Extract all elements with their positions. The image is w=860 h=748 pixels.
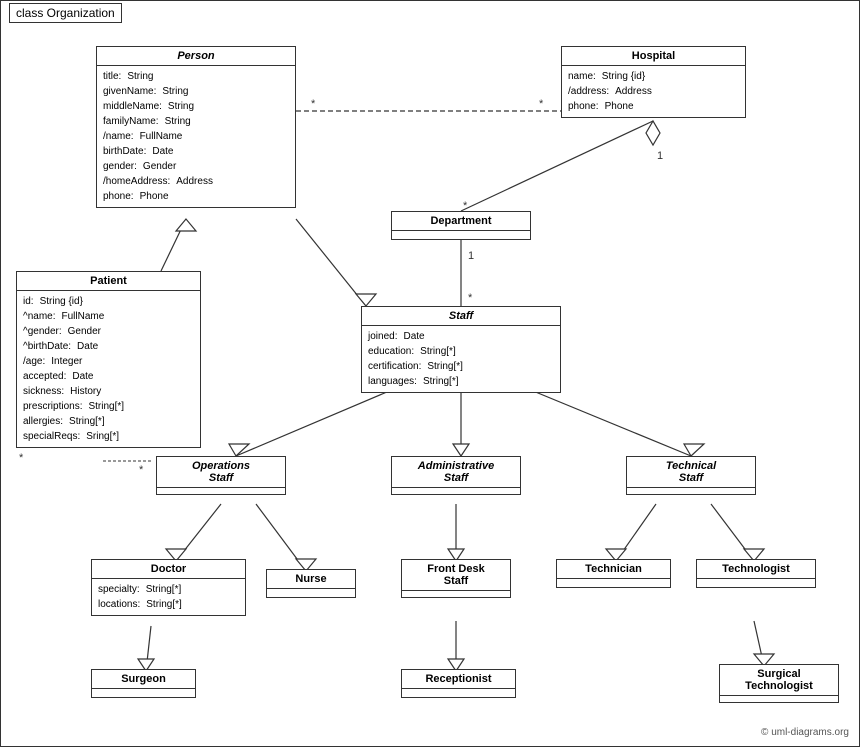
class-admin-staff-attrs	[392, 488, 520, 494]
class-technical-staff-name: TechnicalStaff	[627, 457, 755, 488]
svg-text:1: 1	[468, 250, 474, 262]
class-technician: Technician	[556, 559, 671, 588]
class-receptionist-name: Receptionist	[402, 670, 515, 689]
class-surgeon-name: Surgeon	[92, 670, 195, 689]
class-nurse-name: Nurse	[267, 570, 355, 589]
class-staff: Staff joined:Date education:String[*] ce…	[361, 306, 561, 393]
class-receptionist-attrs	[402, 689, 515, 697]
class-staff-name: Staff	[362, 307, 560, 326]
class-person-name: Person	[97, 47, 295, 66]
class-technician-name: Technician	[557, 560, 670, 579]
class-technician-attrs	[557, 579, 670, 587]
class-receptionist: Receptionist	[401, 669, 516, 698]
copyright-text: © uml-diagrams.org	[761, 727, 849, 738]
class-front-desk-attrs	[402, 591, 510, 597]
class-patient-name: Patient	[17, 272, 200, 291]
svg-text:*: *	[539, 98, 544, 110]
class-hospital-attrs: name:String {id} /address:Address phone:…	[562, 66, 745, 117]
class-admin-staff: AdministrativeStaff	[391, 456, 521, 495]
class-admin-staff-name: AdministrativeStaff	[392, 457, 520, 488]
class-technologist: Technologist	[696, 559, 816, 588]
class-department: Department	[391, 211, 531, 240]
class-staff-attrs: joined:Date education:String[*] certific…	[362, 326, 560, 392]
class-patient: Patient id:String {id} ^name:FullName ^g…	[16, 271, 201, 448]
svg-text:*: *	[468, 292, 473, 304]
svg-text:*: *	[19, 452, 24, 464]
class-operations-staff-attrs	[157, 488, 285, 494]
class-front-desk: Front DeskStaff	[401, 559, 511, 598]
class-technologist-attrs	[697, 579, 815, 587]
class-person: Person title:String givenName:String mid…	[96, 46, 296, 208]
svg-text:*: *	[139, 464, 144, 476]
class-patient-attrs: id:String {id} ^name:FullName ^gender:Ge…	[17, 291, 200, 447]
class-doctor-attrs: specialty:String[*] locations:String[*]	[92, 579, 245, 615]
class-technologist-name: Technologist	[697, 560, 815, 579]
class-doctor: Doctor specialty:String[*] locations:Str…	[91, 559, 246, 616]
svg-text:*: *	[311, 98, 316, 110]
class-nurse: Nurse	[266, 569, 356, 598]
class-front-desk-name: Front DeskStaff	[402, 560, 510, 591]
class-hospital-name: Hospital	[562, 47, 745, 66]
class-operations-staff: OperationsStaff	[156, 456, 286, 495]
class-doctor-name: Doctor	[92, 560, 245, 579]
class-surgical-tech-name: SurgicalTechnologist	[720, 665, 838, 696]
class-surgeon-attrs	[92, 689, 195, 697]
class-hospital: Hospital name:String {id} /address:Addre…	[561, 46, 746, 118]
class-person-attrs: title:String givenName:String middleName…	[97, 66, 295, 207]
class-surgical-tech: SurgicalTechnologist	[719, 664, 839, 703]
class-technical-staff: TechnicalStaff	[626, 456, 756, 495]
class-surgical-tech-attrs	[720, 696, 838, 702]
svg-text:1: 1	[657, 150, 663, 162]
class-nurse-attrs	[267, 589, 355, 597]
class-surgeon: Surgeon	[91, 669, 196, 698]
diagram-container: class Organization * * 1 * 1 * *	[0, 0, 860, 747]
class-operations-staff-name: OperationsStaff	[157, 457, 285, 488]
diagram-title: class Organization	[9, 3, 122, 23]
class-department-name: Department	[392, 212, 530, 231]
class-technical-staff-attrs	[627, 488, 755, 494]
class-department-attrs	[392, 231, 530, 239]
